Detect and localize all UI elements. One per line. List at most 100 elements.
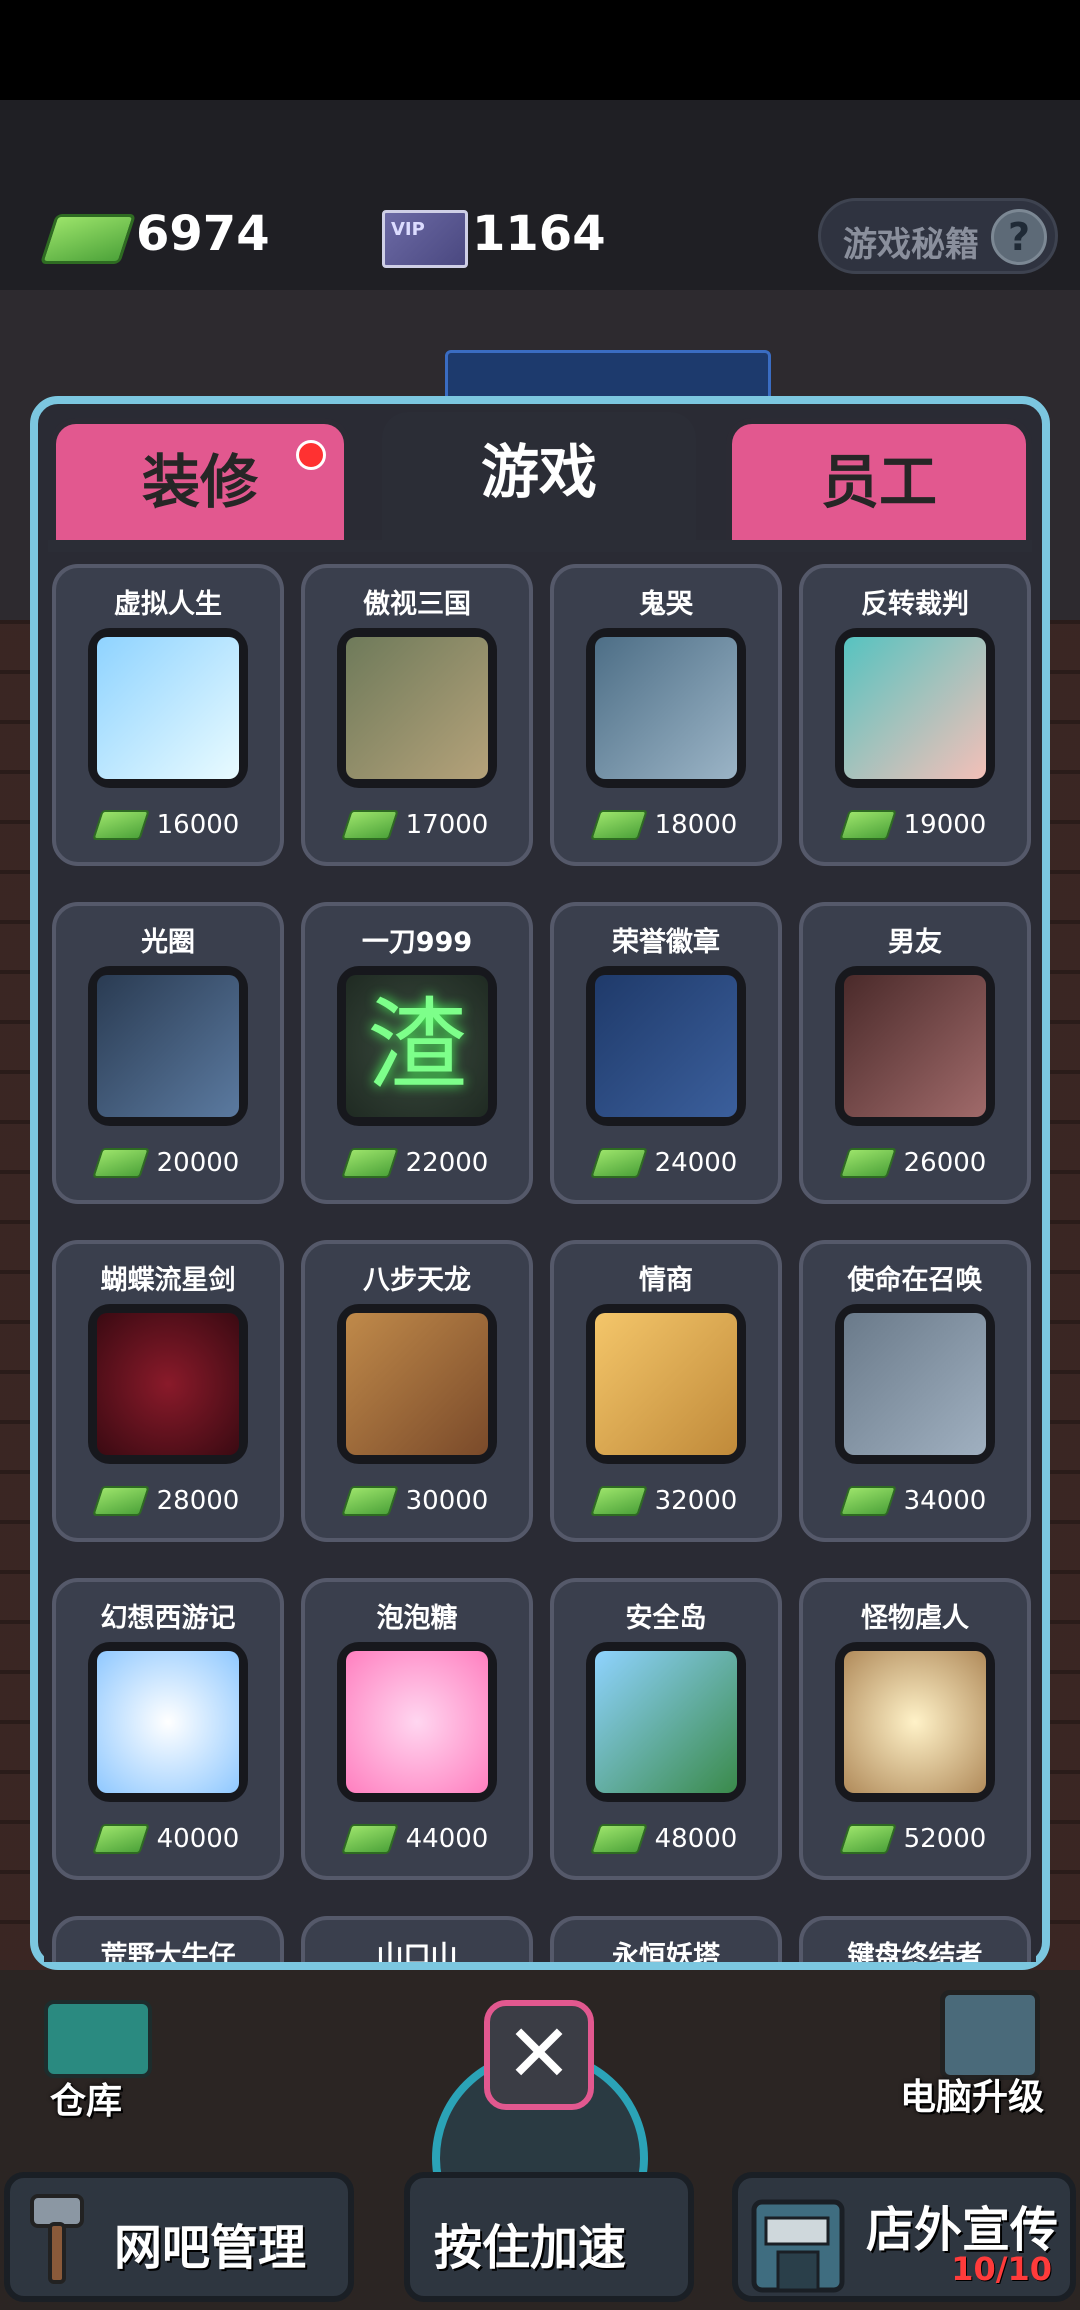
- cash-icon: [589, 1486, 648, 1516]
- game-name: 蝴蝶流星剑: [100, 1265, 236, 1296]
- outdoor-promo-button[interactable]: 店外宣传 10/10: [732, 2172, 1076, 2302]
- game-name: 安全岛: [625, 1603, 707, 1634]
- game-name: 八步天龙: [363, 1265, 471, 1296]
- game-price: 18000: [554, 810, 778, 840]
- cash-icon: [340, 1486, 399, 1516]
- game-name: 怪物虐人: [861, 1603, 969, 1634]
- cash-icon: [838, 810, 897, 840]
- close-button[interactable]: ✕: [484, 2000, 594, 2110]
- game-cover: [337, 1642, 497, 1802]
- pc-upgrade-button[interactable]: 电脑升级: [900, 1990, 1080, 2150]
- cash-icon: [91, 1824, 150, 1854]
- game-name: 光圈: [141, 927, 195, 958]
- game-price-value: 17000: [405, 810, 489, 840]
- game-price: 22000: [305, 1148, 529, 1178]
- game-price: 20000: [56, 1148, 280, 1178]
- game-name: 山口山: [376, 1941, 458, 1962]
- game-card[interactable]: 使命在召唤 34000: [799, 1240, 1031, 1542]
- game-price-value: 40000: [156, 1824, 240, 1854]
- cash-icon: [340, 1148, 399, 1178]
- cash-amount: 6974: [136, 206, 270, 262]
- game-card[interactable]: 怪物虐人 52000: [799, 1578, 1031, 1880]
- game-cover: [88, 1642, 248, 1802]
- game-price-value: 30000: [405, 1486, 489, 1516]
- game-card[interactable]: 永恒妖塔: [550, 1916, 782, 1962]
- game-price: 52000: [803, 1824, 1027, 1854]
- game-card[interactable]: 八步天龙 30000: [301, 1240, 533, 1542]
- cash-icon: [589, 1148, 648, 1178]
- game-card[interactable]: 山口山: [301, 1916, 533, 1962]
- game-cover: [337, 628, 497, 788]
- game-name: 一刀999: [361, 927, 473, 958]
- manage-cafe-button[interactable]: 网吧管理: [4, 2172, 354, 2302]
- game-card[interactable]: 一刀999 渣 22000: [301, 902, 533, 1204]
- game-price-value: 48000: [654, 1824, 738, 1854]
- game-name: 鬼哭: [639, 589, 693, 620]
- cheats-button[interactable]: 游戏秘籍 ?: [818, 198, 1058, 274]
- storefront-icon: [751, 2199, 845, 2293]
- game-price-value: 24000: [654, 1148, 738, 1178]
- game-card[interactable]: 幻想西游记 40000: [52, 1578, 284, 1880]
- game-card[interactable]: 泡泡糖 44000: [301, 1578, 533, 1880]
- game-name: 反转裁判: [861, 589, 969, 620]
- game-card[interactable]: 鬼哭 18000: [550, 564, 782, 866]
- monitor-icon: [940, 1990, 1040, 2080]
- game-price-value: 22000: [405, 1148, 489, 1178]
- game-card[interactable]: 虚拟人生 16000: [52, 564, 284, 866]
- game-name: 永恒妖塔: [612, 1941, 720, 1962]
- game-name: 虚拟人生: [114, 589, 222, 620]
- cash-icon: [39, 214, 137, 264]
- hold-to-speed-up-button[interactable]: 按住加速: [404, 2172, 694, 2302]
- chest-icon: [44, 2000, 152, 2078]
- game-price: 16000: [56, 810, 280, 840]
- question-icon: ?: [991, 209, 1047, 265]
- game-price: 32000: [554, 1486, 778, 1516]
- promo-count: 10/10: [951, 2250, 1052, 2288]
- game-price-value: 34000: [903, 1486, 987, 1516]
- manage-label: 网吧管理: [114, 2220, 307, 2276]
- game-price-value: 32000: [654, 1486, 738, 1516]
- game-card[interactable]: 光圈 20000: [52, 902, 284, 1204]
- game-card[interactable]: 安全岛 48000: [550, 1578, 782, 1880]
- game-price: 17000: [305, 810, 529, 840]
- game-card[interactable]: 键盘终结者: [799, 1916, 1031, 1962]
- game-card[interactable]: 反转裁判 19000: [799, 564, 1031, 866]
- game-card[interactable]: 情商 32000: [550, 1240, 782, 1542]
- game-price-value: 44000: [405, 1824, 489, 1854]
- tab-games[interactable]: 游戏: [382, 412, 696, 552]
- speedup-label: 按住加速: [434, 2220, 627, 2276]
- game-price-value: 16000: [156, 810, 240, 840]
- cash-icon: [340, 810, 399, 840]
- warehouse-label: 仓库: [50, 2081, 123, 2122]
- game-card[interactable]: 荒野大牛仔: [52, 1916, 284, 1962]
- warehouse-button[interactable]: 仓库: [30, 2000, 160, 2130]
- game-price: 48000: [554, 1824, 778, 1854]
- game-price: 28000: [56, 1486, 280, 1516]
- hammer-icon: [30, 2194, 84, 2284]
- game-name: 情商: [639, 1265, 693, 1296]
- game-cover: [586, 1642, 746, 1802]
- games-grid[interactable]: 虚拟人生 16000 傲视三国 17000 鬼哭 18000 反转裁判 19000 光圈 2000…: [44, 552, 1036, 1962]
- cash-icon: [838, 1486, 897, 1516]
- game-cover: [88, 966, 248, 1126]
- cash-icon: [838, 1824, 897, 1854]
- game-card[interactable]: 荣誉徽章 24000: [550, 902, 782, 1204]
- game-card[interactable]: 男友 26000: [799, 902, 1031, 1204]
- cash-icon: [589, 1824, 648, 1854]
- game-name: 幻想西游记: [100, 1603, 236, 1634]
- game-name: 键盘终结者: [847, 1941, 983, 1962]
- cash-icon: [589, 810, 648, 840]
- game-price-value: 52000: [903, 1824, 987, 1854]
- vip-points: 1164: [472, 206, 606, 262]
- cash-icon: [340, 1824, 399, 1854]
- game-card[interactable]: 蝴蝶流星剑 28000: [52, 1240, 284, 1542]
- game-cover: [586, 628, 746, 788]
- game-price-value: 26000: [903, 1148, 987, 1178]
- game-price: 44000: [305, 1824, 529, 1854]
- tab-decoration[interactable]: 装修: [50, 418, 350, 546]
- tab-staff[interactable]: 员工: [726, 418, 1032, 546]
- cash-icon: [91, 1148, 150, 1178]
- cash-icon: [91, 1486, 150, 1516]
- game-card[interactable]: 傲视三国 17000: [301, 564, 533, 866]
- game-cover: [337, 1304, 497, 1464]
